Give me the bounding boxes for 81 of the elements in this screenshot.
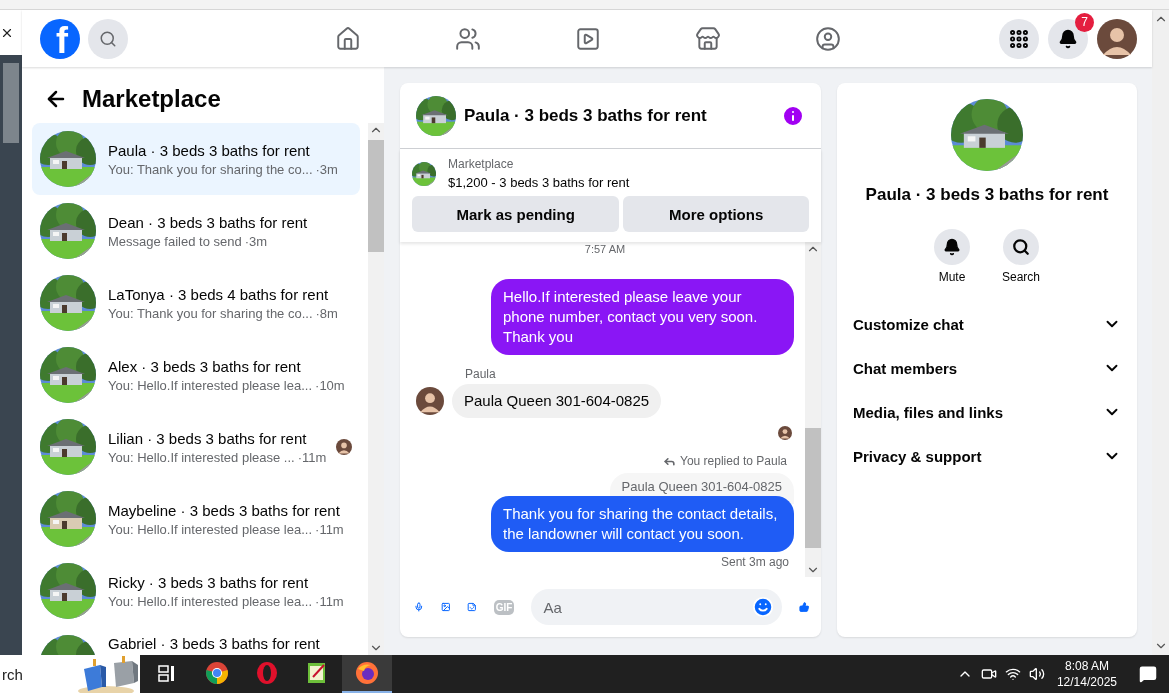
store-icon <box>695 25 721 52</box>
message-time: ·8m <box>315 305 338 321</box>
sender-name: Paula <box>465 367 497 381</box>
message-status: Sent 3m ago <box>720 555 789 569</box>
message-preview: You: Thank you for sharing the co... <box>108 305 313 321</box>
avatar-icon <box>1097 18 1137 59</box>
conversation-item[interactable]: Dean · 3 beds 3 baths for rent Message failed to send ·3m <box>32 195 360 267</box>
message-time: ·3m <box>244 233 268 249</box>
browser-icon <box>205 661 229 685</box>
browser-icon <box>355 661 379 685</box>
action-button[interactable]: More options <box>623 196 809 232</box>
conversation-item[interactable]: Lilian · 3 beds 3 baths for rent You: Hello.If interested please ... ·11m <box>32 411 360 483</box>
menu-button[interactable] <box>999 18 1039 59</box>
browser-icon <box>255 661 279 685</box>
message-time: ·11m <box>297 449 327 465</box>
wifi-icon[interactable] <box>1004 666 1021 682</box>
volume-icon[interactable] <box>1028 666 1045 682</box>
avatar-icon <box>336 439 352 455</box>
people-icon <box>455 25 481 52</box>
conversation-item[interactable]: Alex · 3 beds 3 baths for rent You: Hello.If interested please lea... ·10m <box>32 339 360 411</box>
section-item[interactable]: Media, files and links <box>837 390 1137 434</box>
notification-center-icon[interactable] <box>1139 665 1157 683</box>
message-preview: You: Hello.If interested please lea... <box>108 521 313 537</box>
conversation-item[interactable]: Ricky · 3 beds 3 baths for rent You: Hello.If interested please lea... ·11m <box>32 555 360 627</box>
grid-icon <box>1008 27 1030 50</box>
message-bubble: Thank you for sharing the contact details, the landowner will contact you soon. <box>491 496 794 552</box>
logo[interactable]: f <box>40 18 80 59</box>
notifications-button[interactable] <box>1048 18 1088 59</box>
reply-note: You replied to Paula <box>663 454 787 468</box>
message-field[interactable]: Aa <box>531 589 783 625</box>
scrollbar-thumb[interactable] <box>368 140 384 252</box>
message-preview: Message failed to send <box>108 233 242 249</box>
bell-icon <box>1058 28 1078 49</box>
conversation-item[interactable]: LaTonya · 3 beds 4 baths for rent You: Thank you for sharing the co... ·8m <box>32 267 360 339</box>
listing-label: Marketplace <box>448 157 515 171</box>
message-time: ·11m <box>315 593 344 609</box>
house-icon <box>335 25 361 52</box>
message-bubble: Hello.If interested please leave your phone number, contact you very soon. Thank you <box>491 279 794 355</box>
conversation-item[interactable]: Paula · 3 beds 3 baths for rent You: Thank you for sharing the co... ·3m <box>32 123 360 195</box>
search-icon <box>99 29 117 48</box>
message-preview: You: Hello.If interested please ... <box>108 449 295 465</box>
search-icon <box>1012 238 1030 256</box>
listing-title: $1,200 - 3 beds 3 baths for rent <box>448 175 630 190</box>
clock[interactable]: 8:08 AM 12/14/2025 <box>1056 658 1117 690</box>
search-button[interactable] <box>88 18 128 59</box>
message-bubble: Paula Queen 301-604-0825 <box>452 384 662 418</box>
scrollbar-thumb[interactable] <box>805 428 821 548</box>
conversation-name: LaTonya · 3 beds 4 baths for rent <box>108 285 330 303</box>
section-item[interactable]: Customize chat <box>837 302 1137 346</box>
scrollbar-thumb[interactable] <box>3 63 19 143</box>
chat-title: Paula · 3 beds 3 baths for rent <box>865 185 1109 205</box>
chat-title: Paula · 3 beds 3 baths for rent <box>464 105 708 126</box>
avatar-icon <box>416 387 444 415</box>
section-item[interactable]: Privacy & support <box>837 434 1137 478</box>
message-preview: You: Thank you for sharing the co... <box>108 161 313 177</box>
message-preview: You: Hello.If interested please lea... <box>108 593 313 609</box>
conversation-name: Dean · 3 beds 3 baths for rent <box>108 213 309 231</box>
message-preview: You: Hello.If interested please lea... <box>108 377 313 393</box>
conversation-name: Gabriel · 3 beds 3 baths for rent <box>108 635 321 652</box>
play-icon <box>575 25 601 52</box>
timestamp: 7:57 AM <box>584 243 626 255</box>
conversation-name: Ricky · 3 beds 3 baths for rent <box>108 573 310 591</box>
section-item[interactable]: Chat members <box>837 346 1137 390</box>
taskbar-search[interactable]: rch <box>0 655 140 693</box>
message-time: ·10m <box>315 377 345 393</box>
camera-icon[interactable] <box>980 666 997 682</box>
conversation-name: Paula · 3 beds 3 baths for rent <box>108 141 311 159</box>
bell-icon <box>943 238 961 256</box>
notification-badge: 7 <box>1075 12 1094 32</box>
task-view-icon <box>157 663 177 683</box>
action-button[interactable]: Mark as pending <box>412 196 620 232</box>
message-time: ·3m <box>315 161 338 177</box>
profile-button[interactable] <box>1097 18 1137 59</box>
conversation-item[interactable]: Maybeline · 3 beds 3 baths for rent You: Hello.If interested please lea... ·11m <box>32 483 360 555</box>
user-circle-icon <box>815 25 841 52</box>
panel-title: Marketplace <box>82 85 221 113</box>
conversation-name: Maybeline · 3 beds 3 baths for rent <box>108 501 341 519</box>
conversation-name: Alex · 3 beds 3 baths for rent <box>108 357 302 375</box>
avatar-icon <box>778 426 792 440</box>
message-time: ·11m <box>315 521 344 537</box>
conversation-name: Lilian · 3 beds 3 baths for rent <box>108 429 308 447</box>
